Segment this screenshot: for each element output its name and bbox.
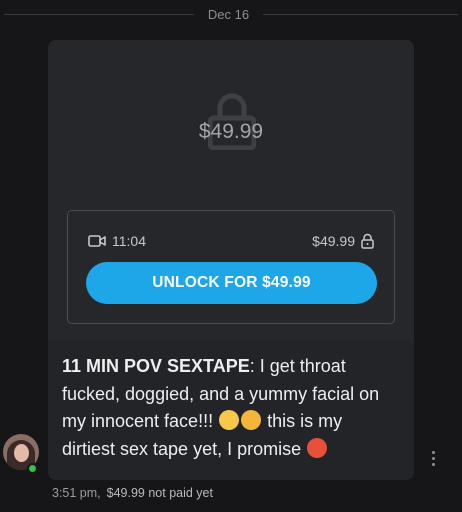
caption-text: this is my <box>262 411 343 431</box>
hot-face-emoji <box>307 437 328 458</box>
message-footer: 3:51 pm, $49.99 not paid yet <box>52 486 213 502</box>
video-camera-icon <box>88 235 106 247</box>
caption-text: fucked, doggied, and a yummy facial on <box>62 383 380 404</box>
locked-price: $49.99 <box>198 120 264 143</box>
more-options-icon[interactable] <box>426 448 440 468</box>
unlock-card: 11:04 $49.99 UNLOCK FOR $49.99 <box>67 210 395 324</box>
message-caption: 11 MIN POV SEXTAPE: I get throat fucked,… <box>62 353 402 463</box>
caption-text: my innocent face!!! <box>62 411 214 431</box>
pleading-face-emoji <box>219 410 240 430</box>
online-status-dot <box>27 463 38 474</box>
message-time: 3:51 pm, <box>52 486 101 500</box>
payment-status: $49.99 not paid yet <box>106 486 213 500</box>
message-bubble: $49.99 11:04 $49.99 UNLOCK FOR $49.99 11… <box>48 40 414 480</box>
caption-text: dirtiest sex tape yet, I promise <box>62 438 302 459</box>
media-price: $49.99 <box>312 233 374 249</box>
caption-text: : I get throat <box>249 356 346 376</box>
unlock-button[interactable]: UNLOCK FOR $49.99 <box>86 262 377 304</box>
duration-text: 11:04 <box>112 233 146 249</box>
caption-title: 11 MIN POV SEXTAPE <box>62 356 250 376</box>
divider-line <box>263 13 459 15</box>
media-meta: 11:04 $49.99 <box>88 231 374 251</box>
lock-icon <box>361 233 374 249</box>
locked-media-preview[interactable]: $49.99 11:04 $49.99 UNLOCK FOR $49.99 <box>48 40 414 340</box>
media-duration: 11:04 <box>88 233 146 249</box>
date-divider: Dec 16 <box>0 0 462 28</box>
divider-line <box>3 13 194 15</box>
price-text: $49.99 <box>312 233 355 249</box>
shushing-face-emoji <box>241 410 262 430</box>
divider-date: Dec 16 <box>207 6 250 22</box>
